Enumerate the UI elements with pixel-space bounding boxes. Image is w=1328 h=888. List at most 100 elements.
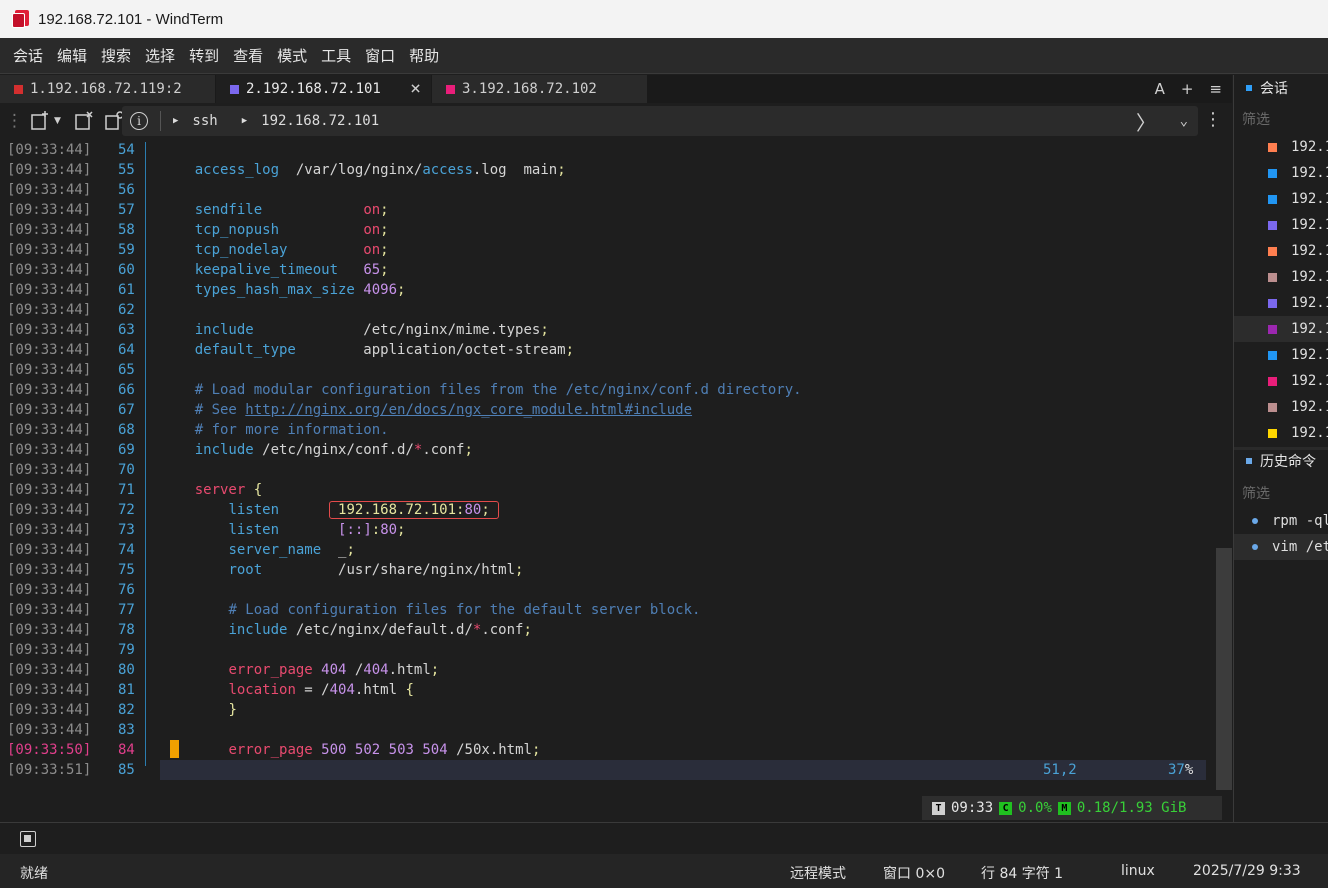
terminal-line: [09:33:44] 67 # See http://nginx.org/en/d…: [0, 400, 1216, 420]
session-item[interactable]: 192.1: [1234, 238, 1328, 264]
line-code: access_log /var/log/nginx/access.log mai…: [194, 162, 566, 178]
menu-edit[interactable]: 编辑: [50, 38, 94, 74]
session-item[interactable]: 192.1: [1234, 342, 1328, 368]
session-item[interactable]: 192.1: [1234, 420, 1328, 446]
line-timestamp: [09:33:44]: [7, 562, 92, 578]
breadcrumb-host[interactable]: 192.168.72.101: [261, 113, 379, 129]
status-os: linux: [1121, 863, 1155, 879]
session-item[interactable]: 192.1: [1234, 134, 1328, 160]
line-code: error_page 500 502 503 504 /50x.html;: [228, 742, 541, 758]
history-panel-header[interactable]: 历史命令: [1234, 448, 1328, 474]
session-item[interactable]: 192.1: [1234, 186, 1328, 212]
text-cursor: [170, 740, 179, 758]
menu-help[interactable]: 帮助: [402, 38, 446, 74]
new-session-dropdown-icon[interactable]: ▼: [54, 116, 61, 126]
history-item[interactable]: vim /et: [1234, 534, 1328, 560]
terminal-line: [09:33:44] 65: [0, 360, 1216, 380]
breadcrumb-arrow-icon: ▶: [241, 116, 248, 126]
line-timestamp: [09:33:44]: [7, 542, 92, 558]
terminal-line: [09:33:44] 57 sendfile on;: [0, 200, 1216, 220]
tab-color-swatch: [230, 84, 239, 94]
tab-color-swatch: [446, 84, 455, 94]
sessions-filter-input[interactable]: 筛选: [1242, 109, 1270, 129]
line-code: listen [::]:80;: [228, 522, 406, 538]
session-item[interactable]: 192.1: [1234, 368, 1328, 394]
menu-goto[interactable]: 转到: [182, 38, 226, 74]
line-timestamp: [09:33:44]: [7, 442, 92, 458]
line-number: 72: [118, 502, 135, 518]
line-number: 79: [118, 642, 135, 658]
session-item[interactable]: 192.1: [1234, 264, 1328, 290]
line-code: }: [228, 702, 237, 718]
line-code: server_name _;: [228, 542, 355, 558]
tab-session-2[interactable]: 2.192.168.72.101 ×: [216, 75, 432, 103]
session-color-icon: [1268, 298, 1277, 308]
close-tab-icon[interactable]: ×: [410, 78, 421, 99]
panel-toggle-icon[interactable]: [20, 831, 36, 847]
line-code: root /usr/share/nginx/html;: [228, 562, 524, 578]
scrollbar-thumb[interactable]: [1216, 548, 1232, 790]
terminal-line: [09:33:44] 69 include /etc/nginx/conf.d/*…: [0, 440, 1216, 460]
line-number: 83: [118, 722, 135, 738]
session-color-icon: [1268, 376, 1277, 386]
line-timestamp: [09:33:51]: [7, 762, 92, 778]
menu-search[interactable]: 搜索: [94, 38, 138, 74]
info-icon[interactable]: i: [130, 112, 148, 130]
address-bar[interactable]: i ▶ ssh ▶ 192.168.72.101 〉 ⌄: [122, 106, 1198, 136]
line-code: error_page 404 /404.html;: [228, 662, 440, 678]
menu-mode[interactable]: 模式: [270, 38, 314, 74]
title-bar: 192.168.72.101 - WindTerm: [0, 0, 1328, 38]
terminal-view[interactable]: [09:33:44] 54 [09:33:44] 55 access_log /var…: [0, 140, 1232, 820]
terminal-line: [09:33:44] 81 location = /404.html {: [0, 680, 1216, 700]
terminal-line: [09:33:44] 71 server {: [0, 480, 1216, 500]
tab-label: 1.192.168.72.119:2: [30, 81, 182, 97]
line-number: 58: [118, 222, 135, 238]
tab-session-1[interactable]: 1.192.168.72.119:2: [0, 75, 216, 103]
line-number: 60: [118, 262, 135, 278]
session-label: 192.1: [1291, 191, 1328, 207]
menu-view[interactable]: 查看: [226, 38, 270, 74]
cpu-badge-icon: C: [999, 801, 1013, 815]
line-timestamp: [09:33:44]: [7, 282, 92, 298]
menu-select[interactable]: 选择: [138, 38, 182, 74]
line-code: tcp_nopush on;: [194, 222, 389, 238]
line-timestamp: [09:33:44]: [7, 582, 92, 598]
new-tab-icon[interactable]: +: [1181, 80, 1194, 98]
terminal-line: [09:33:44] 62: [0, 300, 1216, 320]
session-item[interactable]: 192.1: [1234, 316, 1328, 342]
line-number: 70: [118, 462, 135, 478]
tab-menu-icon[interactable]: ≡: [1209, 80, 1222, 98]
line-number: 57: [118, 202, 135, 218]
history-filter-input[interactable]: 筛选: [1242, 483, 1270, 503]
history-item[interactable]: rpm -ql: [1234, 508, 1328, 534]
menu-tools[interactable]: 工具: [314, 38, 358, 74]
menu-session[interactable]: 会话: [6, 38, 50, 74]
more-options-icon[interactable]: ⋮: [1204, 109, 1222, 130]
chevron-down-icon[interactable]: ⌄: [1180, 113, 1188, 129]
font-size-icon[interactable]: A: [1155, 80, 1165, 98]
line-timestamp: [09:33:44]: [7, 182, 92, 198]
session-item[interactable]: 192.1: [1234, 290, 1328, 316]
session-color-icon: [1268, 350, 1277, 360]
session-item[interactable]: 192.1: [1234, 394, 1328, 420]
terminal-line: [09:33:44] 56: [0, 180, 1216, 200]
line-number: 71: [118, 482, 135, 498]
chevron-right-icon[interactable]: 〉: [1136, 107, 1156, 136]
sessions-panel-header[interactable]: 会话: [1234, 75, 1328, 101]
line-number: 56: [118, 182, 135, 198]
session-color-icon: [1268, 220, 1277, 230]
breadcrumb-protocol[interactable]: ssh: [192, 113, 217, 129]
tab-session-3[interactable]: 3.192.168.72.102: [432, 75, 648, 103]
status-remote-mode[interactable]: 远程模式: [790, 863, 846, 883]
line-timestamp: [09:33:44]: [7, 622, 92, 638]
session-label: 192.1: [1291, 373, 1328, 389]
terminal-line: [09:33:44] 76: [0, 580, 1216, 600]
close-session-icon[interactable]: [73, 110, 95, 132]
status-datetime: 2025/7/29 9:33: [1193, 863, 1301, 879]
session-item[interactable]: 192.1: [1234, 212, 1328, 238]
status-ready: 就绪: [20, 866, 48, 882]
new-session-icon[interactable]: [29, 110, 51, 132]
line-timestamp: [09:33:44]: [7, 342, 92, 358]
session-item[interactable]: 192.1: [1234, 160, 1328, 186]
menu-window[interactable]: 窗口: [358, 38, 402, 74]
